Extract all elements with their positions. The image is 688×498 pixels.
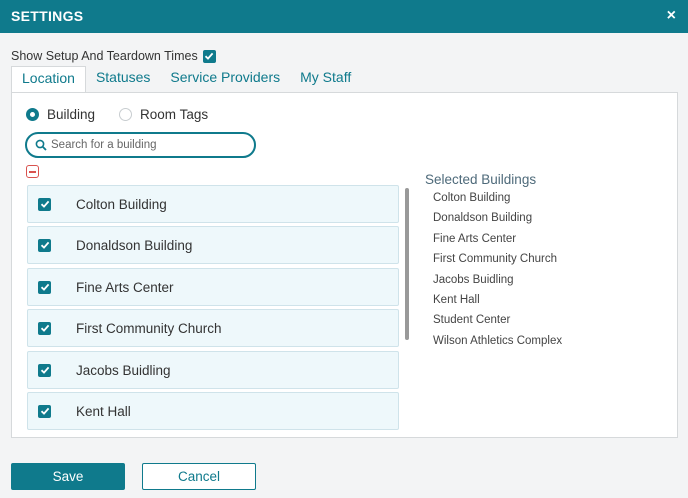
selected-buildings-list: Colton Building Donaldson Building Fine … xyxy=(433,190,562,353)
radio-building-option[interactable]: Building xyxy=(26,107,95,122)
building-checkbox[interactable] xyxy=(38,238,51,252)
tab-my-staff[interactable]: My Staff xyxy=(290,66,361,93)
selected-buildings-title: Selected Buildings xyxy=(425,172,537,187)
selected-building-item: Donaldson Building xyxy=(433,212,533,225)
location-panel: Building Room Tags Colton Building Donal… xyxy=(11,92,678,438)
collapse-all-button[interactable] xyxy=(26,165,39,178)
setup-teardown-checkbox[interactable] xyxy=(202,49,216,63)
radio-building[interactable] xyxy=(26,108,39,121)
setup-teardown-label: Show Setup And Teardown Times xyxy=(11,49,198,63)
search-icon xyxy=(35,139,47,151)
setup-teardown-row: Show Setup And Teardown Times xyxy=(11,47,216,65)
building-label: Jacobs Buidling xyxy=(76,362,171,378)
checkmark-icon xyxy=(40,407,49,415)
selected-building-item: Fine Arts Center xyxy=(433,232,517,245)
list-item-building[interactable]: Fine Arts Center xyxy=(27,268,399,306)
list-scrollbar[interactable] xyxy=(405,188,409,340)
selected-building-item: Kent Hall xyxy=(433,293,480,306)
selected-building-item: First Community Church xyxy=(433,253,557,266)
building-checkbox[interactable] xyxy=(38,197,51,211)
checkmark-icon xyxy=(40,324,49,332)
selected-building-item: Wilson Athletics Complex xyxy=(433,334,563,347)
tab-statuses[interactable]: Statuses xyxy=(86,66,160,93)
radio-room-tags-option[interactable]: Room Tags xyxy=(119,107,208,122)
radio-room-tags[interactable] xyxy=(119,108,133,121)
list-item-building[interactable]: Jacobs Buidling xyxy=(27,351,399,389)
checkmark-icon xyxy=(205,52,214,60)
building-checkbox[interactable] xyxy=(38,280,51,294)
search-input[interactable] xyxy=(51,139,231,151)
building-label: Kent Hall xyxy=(76,403,131,419)
building-label: First Community Church xyxy=(76,320,222,336)
list-item-building[interactable]: Colton Building xyxy=(27,185,399,223)
building-label: Donaldson Building xyxy=(76,237,193,253)
checkmark-icon xyxy=(40,366,49,374)
close-icon[interactable]: × xyxy=(667,7,676,25)
building-checkbox[interactable] xyxy=(38,404,51,418)
building-list: Colton Building Donaldson Building Fine … xyxy=(27,185,400,437)
list-item-building[interactable]: Donaldson Building xyxy=(27,226,399,264)
tab-bar: Location Statuses Service Providers My S… xyxy=(11,66,361,93)
mode-radio-group: Building Room Tags xyxy=(26,107,232,122)
building-checkbox[interactable] xyxy=(38,321,51,335)
radio-building-label: Building xyxy=(47,107,96,122)
building-label: Fine Arts Center xyxy=(76,279,174,295)
dialog-title: SETTINGS xyxy=(11,8,84,24)
building-checkbox[interactable] xyxy=(38,363,51,377)
radio-room-tags-label: Room Tags xyxy=(140,107,209,122)
checkmark-icon xyxy=(40,200,49,208)
building-search xyxy=(25,132,256,158)
list-item-building[interactable]: First Community Church xyxy=(27,309,399,347)
selected-building-item: Student Center xyxy=(433,314,511,327)
building-label: Colton Building xyxy=(76,196,167,212)
list-item-building[interactable]: Kent Hall xyxy=(27,392,399,430)
checkmark-icon xyxy=(40,283,49,291)
selected-building-item: Jacobs Buidling xyxy=(433,273,514,286)
dialog-titlebar: SETTINGS × xyxy=(0,0,688,33)
tab-location[interactable]: Location xyxy=(11,66,86,93)
save-button[interactable]: Save xyxy=(11,463,125,490)
cancel-button[interactable]: Cancel xyxy=(142,463,256,490)
selected-building-item: Colton Building xyxy=(433,192,511,204)
tab-service-providers[interactable]: Service Providers xyxy=(160,66,290,93)
checkmark-icon xyxy=(40,241,49,249)
